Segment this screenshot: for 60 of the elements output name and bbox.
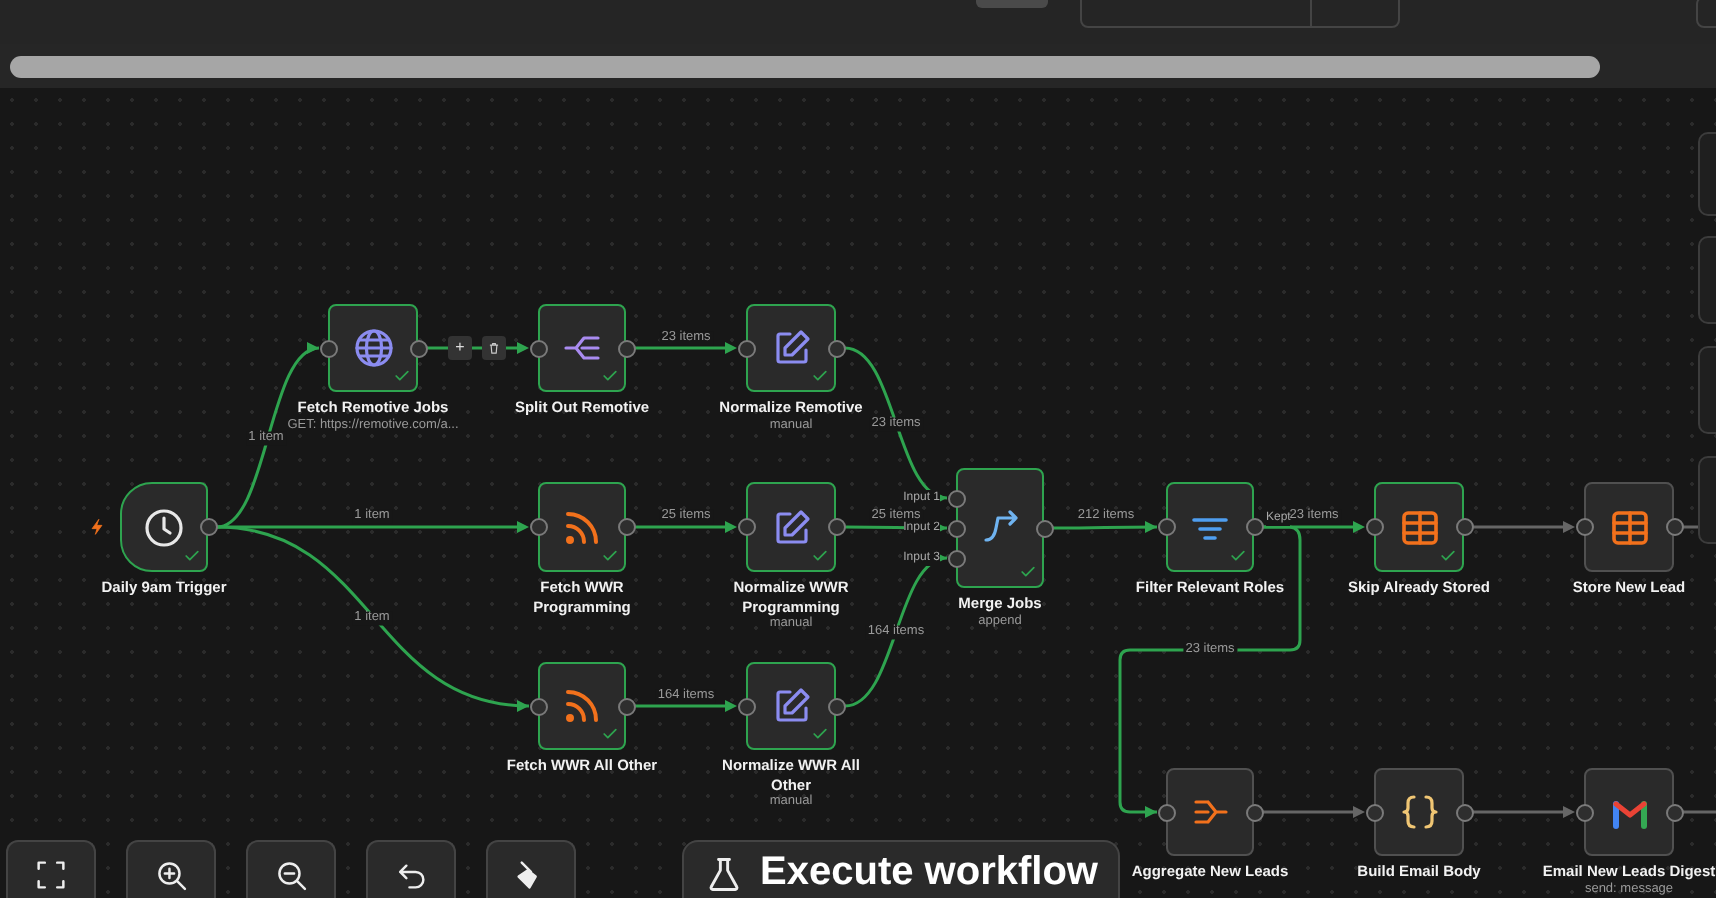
connection-port[interactable] (1575, 803, 1593, 821)
table-icon (1397, 505, 1441, 549)
connection-port[interactable] (529, 339, 547, 357)
workflow-node[interactable] (538, 304, 626, 392)
check-icon (602, 726, 618, 742)
workflow-node[interactable] (1584, 482, 1674, 572)
check-icon (1230, 548, 1246, 564)
connection-port[interactable] (737, 339, 755, 357)
trash-icon (486, 340, 502, 356)
workflow-node[interactable] (1584, 768, 1674, 856)
delete-button[interactable] (482, 336, 506, 360)
table-icon (1607, 505, 1651, 549)
workflow-node[interactable] (746, 482, 836, 572)
check-icon (1440, 548, 1456, 564)
check-icon (394, 368, 410, 384)
workflow-node[interactable] (538, 662, 626, 750)
check-icon (1020, 564, 1036, 580)
workflow-node[interactable] (746, 304, 836, 392)
workflow-node[interactable] (746, 662, 836, 750)
code-icon (1397, 790, 1441, 834)
canvas-control-button[interactable] (246, 840, 336, 898)
workflow-node[interactable] (1374, 482, 1464, 572)
connection-port[interactable] (529, 518, 547, 536)
workflow-node[interactable] (120, 482, 208, 572)
workflow-node[interactable] (328, 304, 418, 392)
clock-icon (142, 505, 186, 549)
check-icon (812, 548, 828, 564)
workflow-node[interactable] (538, 482, 626, 572)
check-icon (812, 726, 828, 742)
connection-port[interactable] (1575, 518, 1593, 536)
check-icon (602, 368, 618, 384)
connection-port[interactable] (319, 339, 337, 357)
connection-port[interactable] (1365, 518, 1383, 536)
workflow-node[interactable] (1166, 768, 1254, 856)
scrollbar-thumb[interactable] (10, 55, 1600, 77)
zoom-in-icon (154, 858, 188, 892)
workflow-node[interactable] (1166, 482, 1254, 572)
globe-icon (351, 326, 395, 370)
connection-port[interactable] (737, 697, 755, 715)
connection-port[interactable] (529, 697, 547, 715)
workflow-node[interactable] (1374, 768, 1464, 856)
rss-icon (560, 684, 604, 728)
execute-workflow-button[interactable]: Execute workflow (682, 840, 1120, 898)
connection-port[interactable] (1157, 803, 1175, 821)
fit-view-icon (34, 858, 68, 892)
workflow-node[interactable] (956, 468, 1044, 588)
canvas-control-button[interactable] (126, 840, 216, 898)
add-button[interactable]: + (448, 336, 472, 360)
canvas-control-button[interactable] (486, 840, 576, 898)
check-icon (184, 548, 200, 564)
connection-port[interactable] (1157, 518, 1175, 536)
zoom-out-icon (274, 858, 308, 892)
check-icon (812, 368, 828, 384)
canvas-control-button[interactable] (366, 840, 456, 898)
connection-port[interactable] (737, 518, 755, 536)
canvas-control-button[interactable] (6, 840, 96, 898)
check-icon (602, 548, 618, 564)
undo-icon (394, 858, 428, 892)
connection-port[interactable] (1365, 803, 1383, 821)
lightning-icon (88, 518, 106, 536)
